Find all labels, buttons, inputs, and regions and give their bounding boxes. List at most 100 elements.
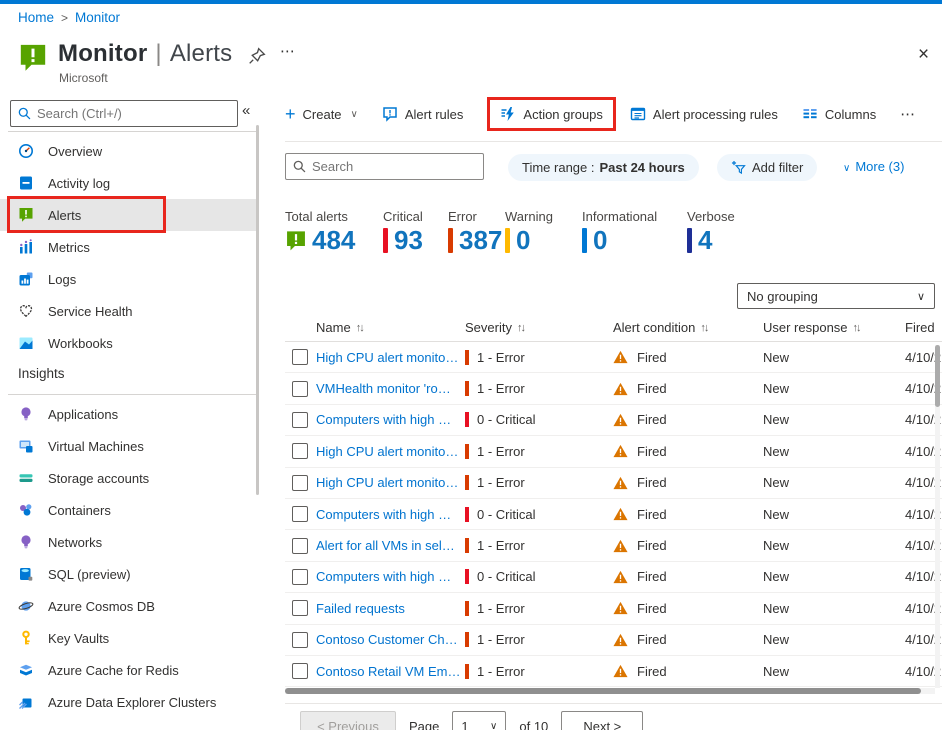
alert-name-link[interactable]: High CPU alert monito…: [316, 350, 458, 365]
column-header-user-response[interactable]: User response ↑↓: [763, 320, 905, 335]
sidebar-item-overview[interactable]: Overview: [0, 135, 258, 167]
columns-button[interactable]: Columns: [802, 106, 876, 122]
sidebar-item-label: Overview: [48, 143, 103, 159]
time-range-filter[interactable]: Time range : Past 24 hours: [508, 154, 699, 181]
alert-name-link[interactable]: High CPU alert monito…: [316, 444, 458, 459]
sidebar-item-storage-accounts[interactable]: Storage accounts: [0, 462, 258, 494]
alert-name-link[interactable]: Computers with high …: [316, 507, 451, 522]
fired-warning-icon: [613, 633, 628, 646]
sidebar-item-logs[interactable]: Logs: [0, 263, 258, 295]
page-number-value: 1: [461, 718, 469, 730]
column-header-name[interactable]: Name ↑↓: [316, 320, 465, 335]
toolbar-more-icon[interactable]: ⋯: [900, 105, 916, 123]
sidebar-item-alerts[interactable]: Alerts: [0, 199, 258, 231]
user-response-value: New: [763, 349, 790, 365]
sidebar-item-networks[interactable]: Networks: [0, 526, 258, 558]
alert-icon: [287, 230, 305, 250]
alert-condition-value: Fired: [637, 538, 667, 554]
azure-top-accent-bar: [0, 0, 942, 4]
table-vertical-scrollbar[interactable]: [935, 345, 940, 688]
pin-icon[interactable]: [248, 47, 266, 65]
row-checkbox[interactable]: [292, 506, 308, 523]
close-icon[interactable]: ×: [918, 44, 929, 66]
sidebar-collapse-icon[interactable]: «: [242, 102, 250, 119]
alert-processing-rules-button[interactable]: Alert processing rules: [630, 106, 778, 122]
table-row: Failed requests 1 - Error Fired New 4/10…: [285, 593, 942, 625]
severity-value: 1 - Error: [477, 632, 525, 648]
table-row: Computers with high … 0 - Critical Fired…: [285, 562, 942, 594]
sidebar-item-data-explorer[interactable]: Azure Data Explorer Clusters: [0, 686, 258, 718]
scrollbar-thumb[interactable]: [285, 688, 921, 694]
storage-accounts-icon: [19, 474, 33, 482]
sidebar-item-workbooks[interactable]: Workbooks: [0, 327, 258, 359]
stat-value: 484: [312, 225, 356, 255]
page-number-select[interactable]: 1 ∨: [452, 711, 507, 730]
row-checkbox[interactable]: [292, 663, 308, 680]
alert-name-link[interactable]: Contoso Customer Ch…: [316, 632, 458, 647]
alert-name-link[interactable]: VMHealth monitor 'ro…: [316, 381, 451, 396]
alert-name-link[interactable]: Computers with high …: [316, 412, 451, 427]
alert-name-link[interactable]: Alert for all VMs in sel…: [316, 538, 455, 553]
columns-icon: [803, 109, 817, 119]
sidebar-item-key-vaults[interactable]: Key Vaults: [0, 622, 258, 654]
action-groups-button[interactable]: Action groups: [487, 97, 616, 131]
severity-value: 0 - Critical: [477, 569, 536, 585]
chevron-down-icon: ∨: [350, 108, 358, 120]
table-horizontal-scrollbar[interactable]: [285, 688, 935, 694]
row-checkbox[interactable]: [292, 380, 308, 397]
breadcrumb-home-link[interactable]: Home: [18, 10, 54, 25]
alert-condition-value: Fired: [637, 443, 667, 459]
more-filters-link[interactable]: ∨ More (3): [843, 159, 904, 174]
column-header-severity[interactable]: Severity ↑↓: [465, 320, 613, 335]
sidebar-search-input[interactable]: [37, 102, 233, 125]
stat-error[interactable]: Error 387: [448, 209, 505, 254]
action-groups-icon: [501, 107, 515, 121]
previous-page-button[interactable]: < Previous: [300, 711, 396, 730]
sidebar-item-azure-cache-redis[interactable]: Azure Cache for Redis: [0, 654, 258, 686]
virtual-machines-icon: [19, 440, 33, 453]
stat-critical[interactable]: Critical 93: [383, 209, 448, 254]
alert-name-link[interactable]: Contoso Retail VM Em…: [316, 664, 461, 679]
sidebar-item-metrics[interactable]: Metrics: [0, 231, 258, 263]
add-filter-button[interactable]: Add filter: [717, 154, 818, 181]
row-checkbox[interactable]: [292, 349, 308, 366]
row-checkbox[interactable]: [292, 631, 308, 648]
row-checkbox[interactable]: [292, 443, 308, 460]
stat-total-alerts[interactable]: Total alerts 484: [285, 209, 383, 254]
severity-value: 1 - Error: [477, 538, 525, 554]
grouping-dropdown[interactable]: No grouping ∨: [737, 283, 935, 309]
row-checkbox[interactable]: [292, 568, 308, 585]
sort-icon: ↑↓: [355, 321, 365, 334]
row-checkbox[interactable]: [292, 537, 308, 554]
stat-verbose[interactable]: Verbose 4: [687, 209, 735, 254]
alert-name-link[interactable]: Failed requests: [316, 601, 405, 616]
row-checkbox[interactable]: [292, 474, 308, 491]
sidebar-item-service-health[interactable]: Service Health: [0, 295, 258, 327]
stat-warning[interactable]: Warning 0: [505, 209, 582, 254]
sidebar-item-cosmos-db[interactable]: Azure Cosmos DB: [0, 590, 258, 622]
row-checkbox[interactable]: [292, 411, 308, 428]
sidebar-item-containers[interactable]: Containers: [0, 494, 258, 526]
severity-color-bar: [383, 228, 388, 253]
fired-warning-icon: [613, 351, 628, 364]
column-header-alert-condition[interactable]: Alert condition ↑↓: [613, 320, 763, 335]
row-checkbox[interactable]: [292, 600, 308, 617]
alert-name-link[interactable]: Computers with high …: [316, 569, 451, 584]
alert-name-link[interactable]: High CPU alert monito…: [316, 475, 458, 490]
sidebar-item-activity-log[interactable]: Activity log: [0, 167, 258, 199]
next-page-button[interactable]: Next >: [561, 711, 644, 730]
sidebar-item-sql[interactable]: SQL (preview): [0, 558, 258, 590]
header-more-icon[interactable]: ⋯: [280, 42, 296, 60]
severity-color-bar: [687, 228, 692, 253]
sidebar-item-label: Virtual Machines: [48, 438, 144, 454]
create-button[interactable]: + Create ∨: [285, 105, 358, 123]
scrollbar-thumb[interactable]: [935, 345, 940, 407]
sidebar-item-applications[interactable]: Applications: [0, 398, 258, 430]
sidebar-item-virtual-machines[interactable]: Virtual Machines: [0, 430, 258, 462]
sidebar-scrollbar[interactable]: [256, 125, 259, 495]
alerts-search-input[interactable]: [312, 155, 480, 178]
stat-informational[interactable]: Informational 0: [582, 209, 687, 254]
column-header-fired[interactable]: Fired: [905, 320, 942, 335]
alert-rules-button[interactable]: Alert rules: [382, 106, 463, 122]
breadcrumb-monitor-link[interactable]: Monitor: [75, 10, 120, 25]
